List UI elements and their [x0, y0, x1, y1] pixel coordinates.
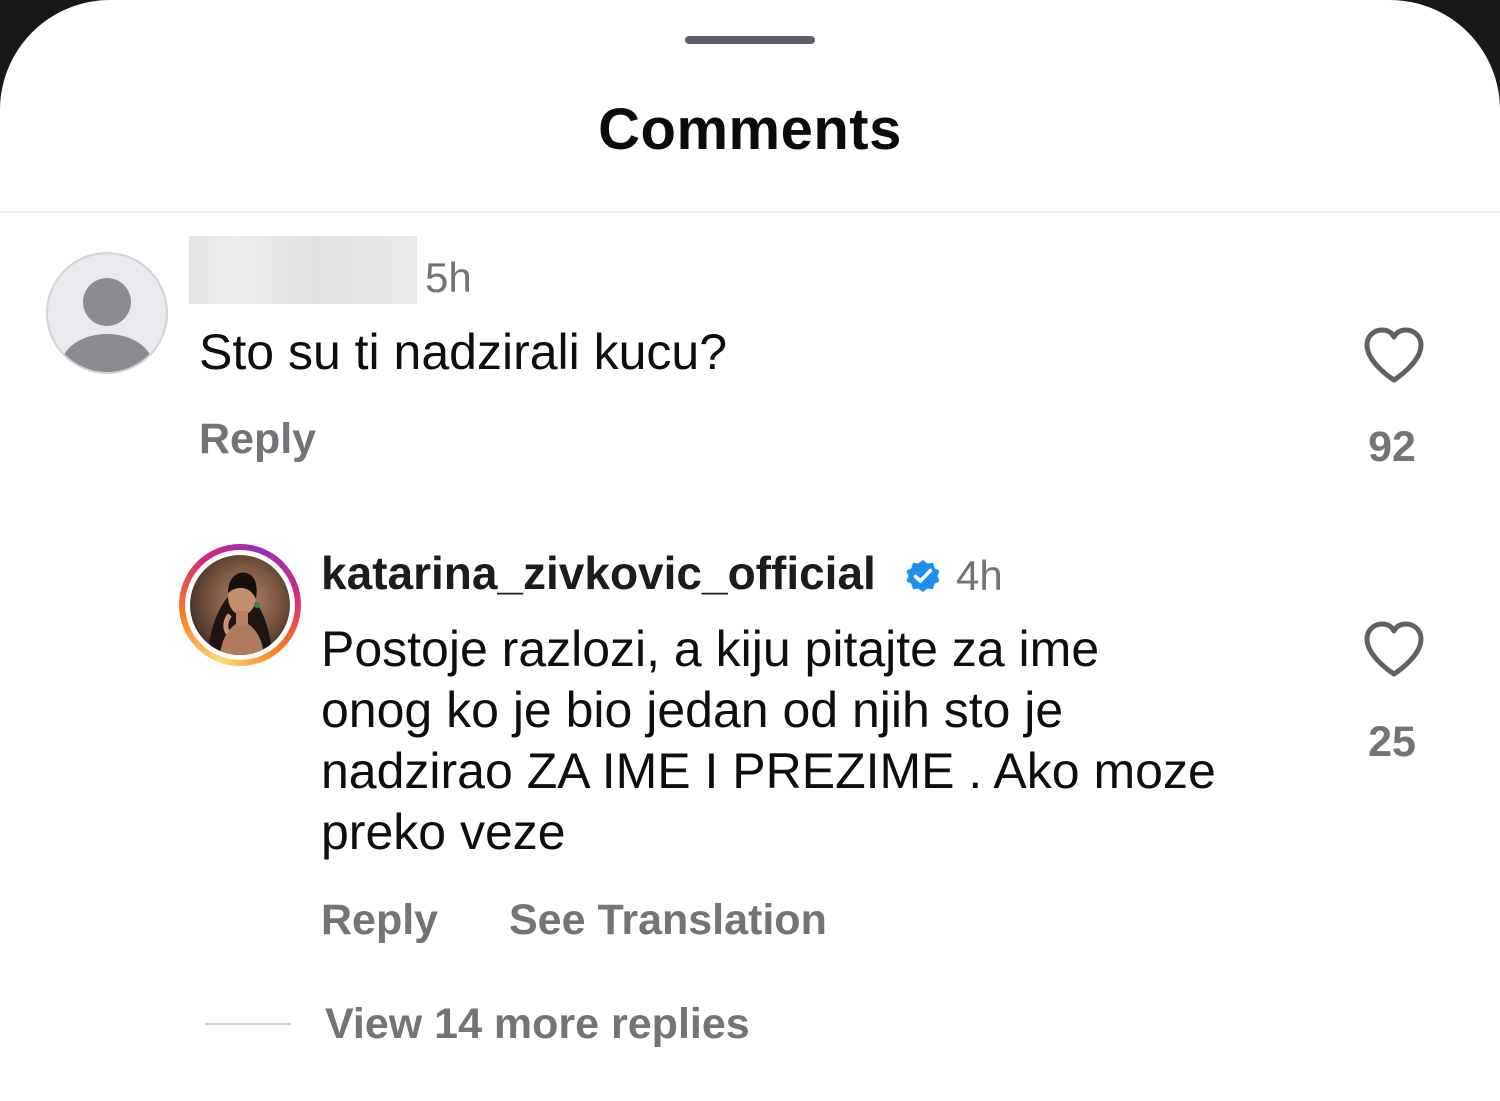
view-more-divider [205, 1023, 291, 1025]
see-translation-button[interactable]: See Translation [509, 896, 827, 945]
header-divider [0, 211, 1500, 213]
like-count: 92 [1368, 423, 1416, 471]
comments-sheet: Comments 5h Sto su ti nadzirali kucu? Re… [0, 0, 1500, 1101]
default-avatar-icon[interactable] [46, 252, 168, 374]
sheet-grabber-handle[interactable] [685, 36, 815, 44]
reply-text-line: Postoje razlozi, a kiju pitajte za ime [321, 621, 1100, 677]
story-ring-avatar[interactable] [179, 544, 301, 666]
sheet-title: Comments [598, 97, 902, 162]
profile-photo [190, 555, 290, 655]
comment-text: Sto su ti nadzirali kucu? [199, 324, 728, 380]
view-more-replies-button[interactable]: View 14 more replies [325, 1000, 750, 1049]
reply-text-line: nadzirao ZA IME I PREZIME . Ako moze [321, 743, 1216, 799]
reply-text-line: preko veze [321, 804, 566, 860]
comment-time: 5h [425, 254, 472, 301]
heart-outline-icon[interactable] [1362, 326, 1426, 384]
reply-time: 4h [956, 552, 1003, 599]
reply-button[interactable]: Reply [321, 896, 438, 945]
verified-badge-icon [906, 560, 940, 592]
heart-outline-icon[interactable] [1362, 620, 1426, 678]
reply-username[interactable]: katarina_zivkovic_official [321, 546, 876, 600]
like-count: 25 [1368, 718, 1416, 766]
redacted-username [189, 236, 417, 304]
reply-text-line: onog ko je bio jedan od njih sto je [321, 682, 1064, 738]
reply-button[interactable]: Reply [199, 415, 316, 464]
